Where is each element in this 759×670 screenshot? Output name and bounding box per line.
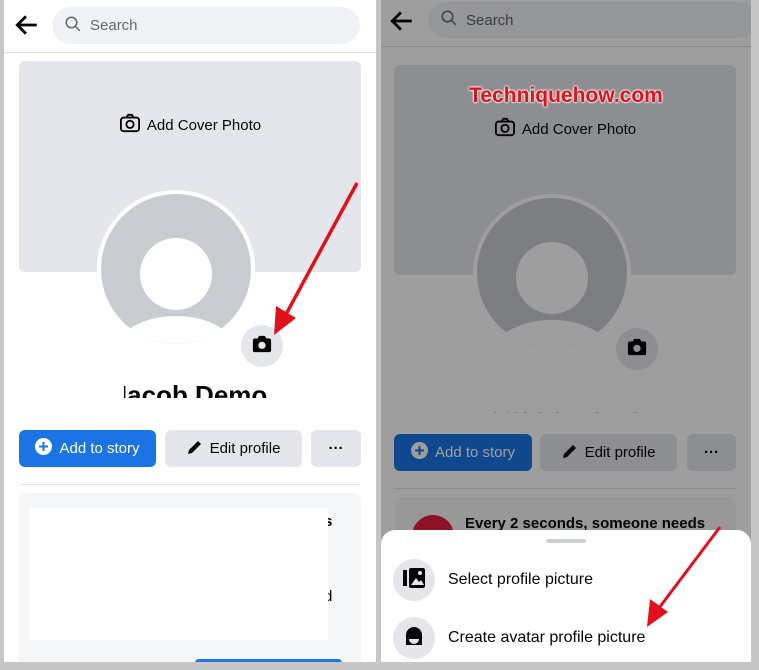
red-arrow-icon — [654, 526, 722, 613]
red-arrow-icon — [282, 182, 359, 319]
annotation-arrows — [274, 182, 722, 627]
red-arrow-head — [274, 306, 296, 335]
red-arrow-head — [647, 599, 668, 627]
